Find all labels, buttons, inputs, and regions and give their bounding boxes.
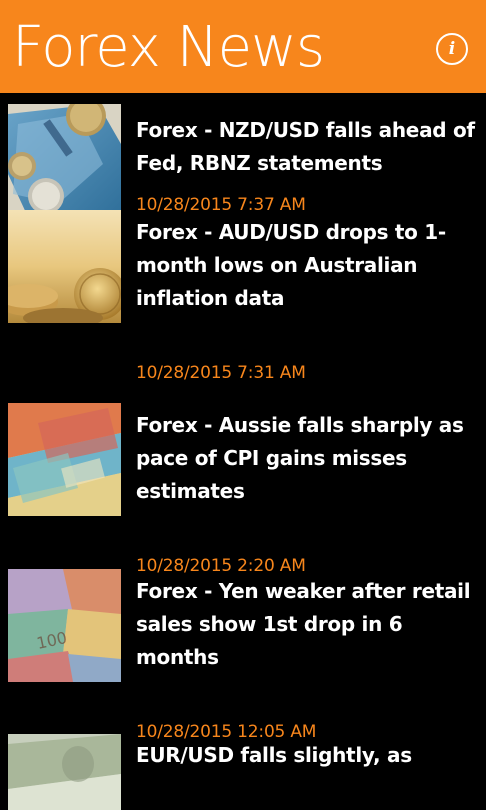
app-header: Forex News i	[0, 0, 486, 93]
news-item[interactable]: Forex - AUD/USD drops to 1-month lows on…	[0, 210, 486, 383]
news-item[interactable]: Forex - Aussie falls sharply as pace of …	[0, 403, 486, 576]
info-button[interactable]: i	[436, 33, 468, 65]
news-headline: Forex - NZD/USD falls ahead of Fed, RBNZ…	[136, 118, 475, 175]
mixed-banknotes-image: 100	[8, 569, 121, 682]
news-item[interactable]: EUR/USD falls slightly, as	[0, 734, 486, 810]
gold-coins-image	[8, 210, 121, 323]
news-thumbnail	[8, 210, 121, 323]
news-item[interactable]: Forex - NZD/USD falls ahead of Fed, RBNZ…	[0, 93, 486, 217]
app-title: Forex News	[12, 15, 325, 80]
nz-banknote-image	[8, 104, 121, 217]
info-icon: i	[448, 39, 456, 59]
news-headline: Forex - Aussie falls sharply as pace of …	[136, 413, 464, 503]
news-thumbnail	[8, 734, 121, 810]
news-thumbnail	[8, 403, 121, 516]
news-headline: EUR/USD falls slightly, as	[136, 743, 412, 767]
forex-news-app: Forex News i Forex - NZD/USD falls ahead…	[0, 0, 486, 810]
australian-banknotes-image	[8, 403, 121, 516]
news-thumbnail: 100	[8, 569, 121, 682]
news-timestamp: 10/28/2015 7:31 AM	[136, 363, 306, 383]
news-thumbnail	[8, 104, 121, 217]
news-headline: Forex - Yen weaker after retail sales sh…	[136, 579, 471, 669]
news-item[interactable]: 100 Forex - Yen weaker after retail sale…	[0, 569, 486, 742]
us-dollar-banknotes-image	[8, 734, 121, 810]
news-headline: Forex - AUD/USD drops to 1-month lows on…	[136, 220, 446, 310]
